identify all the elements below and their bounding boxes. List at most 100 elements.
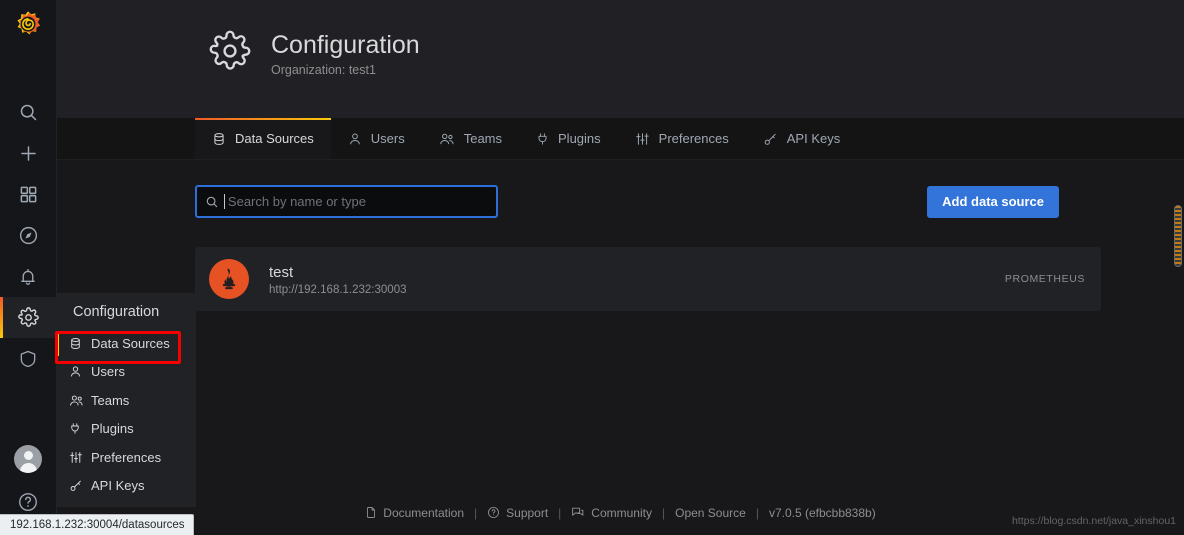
sidebar-item-server-admin[interactable] bbox=[0, 338, 57, 379]
scrollbar-thumb[interactable] bbox=[1174, 205, 1182, 267]
sidebar-item-create[interactable] bbox=[0, 133, 57, 174]
tab-label: Data Sources bbox=[235, 131, 314, 146]
flyout-item-preferences[interactable]: Preferences bbox=[57, 443, 196, 472]
tab-label: Teams bbox=[463, 131, 503, 146]
sidebar-item-alerting[interactable] bbox=[0, 256, 57, 297]
question-circle-icon bbox=[19, 493, 37, 511]
users-icon bbox=[439, 132, 455, 146]
footer-link-support[interactable]: Support bbox=[487, 506, 548, 520]
search-box[interactable] bbox=[195, 185, 498, 218]
shield-icon bbox=[20, 350, 36, 367]
scrollbar-track[interactable] bbox=[1173, 160, 1184, 490]
page-subtitle: Organization: test1 bbox=[271, 63, 376, 77]
key-icon bbox=[69, 479, 91, 492]
tab-label: Preferences bbox=[658, 131, 729, 146]
gear-icon bbox=[209, 30, 251, 70]
sidebar-main-icons bbox=[0, 92, 57, 379]
flyout-title: Configuration bbox=[73, 304, 160, 320]
footer-link-label: Community bbox=[591, 505, 652, 520]
grafana-logo-icon bbox=[17, 11, 41, 35]
datasource-name: test bbox=[269, 263, 294, 281]
sliders-icon bbox=[635, 132, 650, 146]
sidebar-item-explore[interactable] bbox=[0, 215, 57, 256]
tab-data-sources[interactable]: Data Sources bbox=[195, 118, 331, 159]
footer-version: v7.0.5 (efbcbb838b) bbox=[768, 505, 876, 520]
user-icon bbox=[69, 365, 91, 378]
compass-icon bbox=[19, 226, 37, 245]
bell-icon bbox=[21, 268, 35, 285]
flyout-item-label: API Keys bbox=[91, 478, 145, 494]
grafana-configuration-page: Configuration Organization: test1 Data S… bbox=[0, 0, 1184, 535]
grafana-logo[interactable] bbox=[0, 0, 57, 50]
sidebar-nav-rail bbox=[0, 0, 57, 535]
status-bar-url: 192.168.1.232:30004/datasources bbox=[10, 519, 185, 531]
plus-icon bbox=[20, 146, 36, 161]
flyout-item-label: Preferences bbox=[91, 449, 162, 465]
tab-label: Users bbox=[370, 131, 405, 146]
footer-link-label: Open Source bbox=[675, 505, 746, 520]
page-title: Configuration bbox=[271, 31, 420, 59]
datasource-type-badge: PROMETHEUS bbox=[1004, 273, 1085, 285]
page-header: Configuration Organization: test1 bbox=[57, 0, 1184, 118]
flyout-item-label: Users bbox=[91, 364, 125, 380]
add-data-source-button[interactable]: Add data source bbox=[927, 185, 1059, 218]
footer: Documentation | Support | Community | Op… bbox=[57, 490, 1184, 535]
tab-api-keys[interactable]: API Keys bbox=[746, 118, 857, 159]
footer-link-community[interactable]: Community bbox=[571, 506, 652, 520]
flyout-item-api-keys[interactable]: API Keys bbox=[57, 472, 196, 501]
flyout-item-label: Plugins bbox=[91, 421, 134, 437]
search-input[interactable] bbox=[224, 187, 488, 216]
footer-link-documentation[interactable]: Documentation bbox=[365, 506, 464, 520]
tab-plugins[interactable]: Plugins bbox=[519, 118, 618, 159]
footer-separator: | bbox=[474, 505, 478, 520]
footer-separator: | bbox=[558, 505, 562, 520]
comments-icon bbox=[572, 507, 584, 516]
flyout-item-label: Data Sources bbox=[91, 335, 170, 351]
key-icon bbox=[763, 132, 778, 146]
avatar-icon bbox=[14, 445, 42, 473]
footer-link-label: Support bbox=[506, 505, 549, 520]
flyout-item-data-sources[interactable]: Data Sources bbox=[57, 329, 196, 358]
footer-link-label: Documentation bbox=[383, 505, 465, 520]
tab-teams[interactable]: Teams bbox=[422, 118, 519, 159]
users-icon bbox=[69, 394, 91, 407]
sliders-icon bbox=[69, 451, 91, 464]
sidebar-item-help[interactable] bbox=[17, 491, 39, 513]
page-header-gear-icon bbox=[209, 30, 251, 77]
footer-link-open-source[interactable]: Open Source bbox=[675, 506, 746, 520]
tab-label: API Keys bbox=[786, 131, 841, 146]
question-circle-icon bbox=[488, 507, 500, 518]
datasource-url: http://192.168.1.232:30003 bbox=[269, 283, 407, 296]
configuration-flyout-menu: Configuration Data Sources Users Teams P… bbox=[57, 293, 196, 507]
plug-icon bbox=[536, 132, 549, 146]
tab-users[interactable]: Users bbox=[331, 118, 422, 159]
dashboards-icon bbox=[20, 186, 36, 203]
datasource-card[interactable]: test http://192.168.1.232:30003 PROMETHE… bbox=[195, 247, 1101, 311]
database-icon bbox=[212, 132, 226, 146]
database-icon bbox=[69, 337, 91, 350]
flyout-item-users[interactable]: Users bbox=[57, 358, 196, 387]
plug-icon bbox=[69, 422, 91, 435]
search-icon bbox=[20, 104, 36, 121]
footer-separator: | bbox=[661, 505, 666, 520]
sidebar-item-dashboards[interactable] bbox=[0, 174, 57, 215]
prometheus-icon bbox=[209, 259, 249, 299]
datasources-toolbar: Add data source bbox=[57, 160, 1184, 218]
user-icon bbox=[348, 132, 362, 146]
main-column: Configuration Organization: test1 Data S… bbox=[57, 0, 1184, 535]
avatar[interactable] bbox=[14, 445, 42, 491]
sidebar-item-configuration[interactable] bbox=[0, 297, 57, 338]
content-area: Add data source test http://192.168.1.23… bbox=[57, 160, 1184, 490]
prometheus-glyph bbox=[222, 268, 236, 290]
footer-separator: | bbox=[755, 505, 759, 520]
search-icon bbox=[205, 195, 219, 209]
file-icon bbox=[367, 507, 376, 518]
sidebar-item-search[interactable] bbox=[0, 92, 57, 133]
browser-status-bar: 192.168.1.232:30004/datasources bbox=[0, 514, 194, 535]
datasource-list: test http://192.168.1.232:30003 PROMETHE… bbox=[57, 218, 1184, 311]
flyout-item-plugins[interactable]: Plugins bbox=[57, 415, 196, 444]
tab-preferences[interactable]: Preferences bbox=[618, 118, 746, 159]
tab-label: Plugins bbox=[558, 131, 601, 146]
gear-icon bbox=[17, 307, 39, 327]
flyout-item-teams[interactable]: Teams bbox=[57, 386, 196, 415]
